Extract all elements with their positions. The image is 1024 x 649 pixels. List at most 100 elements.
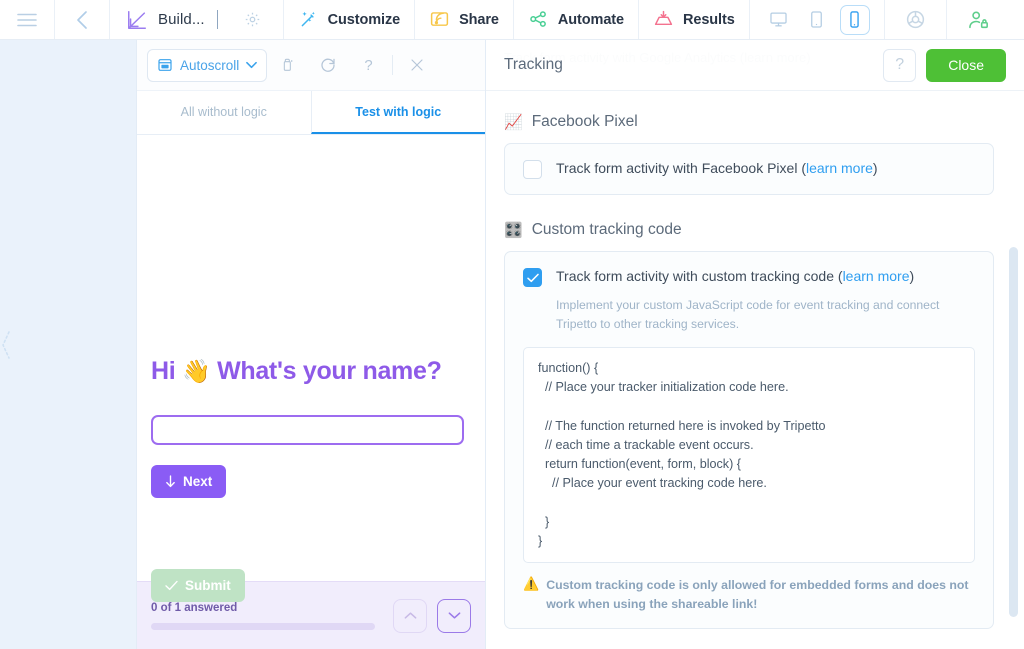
wave-emoji-icon: 👋 bbox=[182, 358, 211, 384]
control-knobs-icon: 🎛️ bbox=[504, 221, 523, 239]
chevron-up-icon bbox=[404, 612, 416, 619]
facebook-pixel-learn-more-link[interactable]: learn more bbox=[806, 160, 873, 176]
arrow-down-icon bbox=[166, 475, 175, 488]
share-cast-icon bbox=[430, 12, 449, 26]
tab-customize[interactable]: Customize bbox=[284, 0, 416, 39]
custom-tracking-checkbox[interactable] bbox=[523, 268, 542, 287]
close-preview-button[interactable] bbox=[398, 48, 436, 82]
autoscroll-label: Autoscroll bbox=[180, 57, 240, 73]
tablet-icon bbox=[811, 11, 823, 28]
restart-preview-button[interactable] bbox=[309, 48, 347, 82]
custom-tracking-warning: ⚠️ Custom tracking code is only allowed … bbox=[523, 576, 975, 613]
build-settings-button[interactable] bbox=[228, 0, 284, 39]
tracking-panel-header: Tracking ? Close bbox=[486, 40, 1024, 91]
gear-icon bbox=[245, 12, 259, 27]
chart-increasing-icon: 📈 bbox=[504, 113, 523, 131]
question-greeting: Hi bbox=[151, 357, 176, 385]
custom-tracking-warning-text: Custom tracking code is only allowed for… bbox=[546, 578, 969, 611]
tab-build[interactable]: Build... bbox=[110, 0, 228, 39]
autoscroll-dropdown[interactable]: Autoscroll bbox=[147, 48, 268, 82]
tab-results[interactable]: Results bbox=[639, 0, 750, 39]
page-title: Tracking bbox=[504, 56, 563, 73]
question-heading: Hi 👋 What's your name? bbox=[151, 357, 442, 386]
tab-share-label: Share bbox=[459, 11, 499, 28]
progress-area: 0 of 1 answered bbox=[151, 602, 383, 630]
close-panel-label: Close bbox=[948, 57, 984, 73]
tab-customize-label: Customize bbox=[327, 11, 401, 28]
device-mobile-button[interactable] bbox=[839, 4, 870, 35]
tab-test-with-logic[interactable]: Test with logic bbox=[310, 91, 485, 134]
close-panel-button[interactable]: Close bbox=[926, 48, 1006, 82]
warning-triangle-icon: ⚠️ bbox=[523, 576, 540, 592]
custom-tracking-option[interactable]: Track form activity with custom tracking… bbox=[523, 267, 975, 287]
panel-help-button[interactable]: ? bbox=[883, 48, 917, 82]
form-preview-panel: Autoscroll ? All without logic Test with… bbox=[136, 40, 486, 649]
toolbar-divider bbox=[392, 55, 394, 75]
back-button[interactable] bbox=[55, 0, 110, 39]
theme-button[interactable] bbox=[885, 0, 947, 39]
progress-label: 0 of 1 answered bbox=[151, 601, 238, 614]
autoscroll-icon bbox=[158, 59, 172, 71]
tab-automate[interactable]: Automate bbox=[514, 0, 639, 39]
chevron-down-icon bbox=[246, 61, 258, 69]
account-lock-icon bbox=[968, 11, 988, 28]
facebook-pixel-label-suffix: ) bbox=[872, 160, 878, 176]
chevron-left-icon bbox=[77, 10, 87, 29]
section-title-custom-tracking-code: Custom tracking code bbox=[531, 221, 682, 238]
custom-tracking-label-prefix: Track form activity with custom tracking… bbox=[556, 268, 843, 284]
previous-question-button[interactable] bbox=[393, 598, 427, 633]
mobile-icon bbox=[850, 11, 859, 28]
section-header-facebook-pixel: 📈 Facebook Pixel bbox=[504, 113, 994, 131]
chevron-left-dotted-icon bbox=[2, 330, 10, 359]
refresh-icon bbox=[321, 58, 335, 72]
facebook-pixel-label-prefix: Track form activity with Facebook Pixel … bbox=[556, 160, 806, 176]
next-question-button[interactable] bbox=[437, 598, 471, 633]
custom-tracking-code-editor[interactable]: function() { // Place your tracker initi… bbox=[523, 346, 975, 564]
question-text: What's your name? bbox=[217, 357, 442, 385]
account-button[interactable] bbox=[947, 0, 1009, 39]
facebook-pixel-checkbox[interactable] bbox=[523, 160, 542, 179]
custom-tracking-label-suffix: ) bbox=[909, 268, 915, 284]
facebook-pixel-option[interactable]: Track form activity with Facebook Pixel … bbox=[523, 159, 975, 179]
device-desktop-button[interactable] bbox=[764, 5, 794, 35]
panel-scrollbar[interactable] bbox=[1009, 247, 1018, 617]
progress-bar bbox=[151, 622, 375, 630]
next-button-label: Next bbox=[183, 474, 213, 489]
build-icon bbox=[128, 10, 146, 29]
custom-tracking-learn-more-link[interactable]: learn more bbox=[843, 268, 910, 284]
tab-automate-label: Automate bbox=[557, 11, 624, 28]
results-inbox-icon bbox=[654, 10, 673, 26]
question-icon: ? bbox=[364, 58, 372, 74]
main-menu-button[interactable] bbox=[0, 0, 55, 39]
name-answer-input[interactable] bbox=[151, 415, 464, 445]
submit-button[interactable]: Submit bbox=[151, 569, 245, 602]
submit-button-label: Submit bbox=[185, 578, 231, 593]
device-tablet-button[interactable] bbox=[802, 5, 832, 35]
tab-results-label: Results bbox=[682, 11, 735, 28]
custom-tracking-option-label: Track form activity with custom tracking… bbox=[556, 267, 914, 286]
top-toolbar: Build... Customize Share Automate Result… bbox=[0, 0, 1024, 40]
facebook-pixel-card: Track form activity with Facebook Pixel … bbox=[504, 143, 994, 195]
device-preview-switcher bbox=[750, 0, 885, 39]
form-canvas: Hi 👋 What's your name? Next Submit bbox=[137, 135, 485, 602]
panel-drag-handle[interactable] bbox=[0, 40, 12, 649]
wand-icon bbox=[301, 11, 315, 27]
form-name-input[interactable]: Build... bbox=[158, 11, 205, 28]
automate-nodes-icon bbox=[530, 11, 546, 27]
theme-donut-icon bbox=[906, 10, 924, 29]
tab-test-with-logic-label: Test with logic bbox=[355, 104, 442, 119]
app-root: Build... Customize Share Automate Result… bbox=[0, 0, 1024, 649]
custom-tracking-description: Implement your custom JavaScript code fo… bbox=[556, 298, 940, 331]
tab-share[interactable]: Share bbox=[415, 0, 514, 39]
custom-tracking-code-card: Track form activity with custom tracking… bbox=[504, 251, 994, 630]
tab-all-without-logic[interactable]: All without logic bbox=[137, 91, 311, 134]
tracking-panel-body: 📈 Facebook Pixel Track form activity wit… bbox=[486, 91, 1024, 649]
pin-button[interactable] bbox=[269, 48, 307, 82]
chevron-down-icon bbox=[448, 612, 460, 619]
hamburger-icon bbox=[17, 13, 37, 26]
preview-help-button[interactable]: ? bbox=[349, 48, 387, 82]
pin-icon bbox=[284, 58, 294, 71]
next-button[interactable]: Next bbox=[151, 465, 227, 498]
workspace: Autoscroll ? All without logic Test with… bbox=[0, 40, 1024, 649]
text-cursor bbox=[216, 10, 218, 29]
